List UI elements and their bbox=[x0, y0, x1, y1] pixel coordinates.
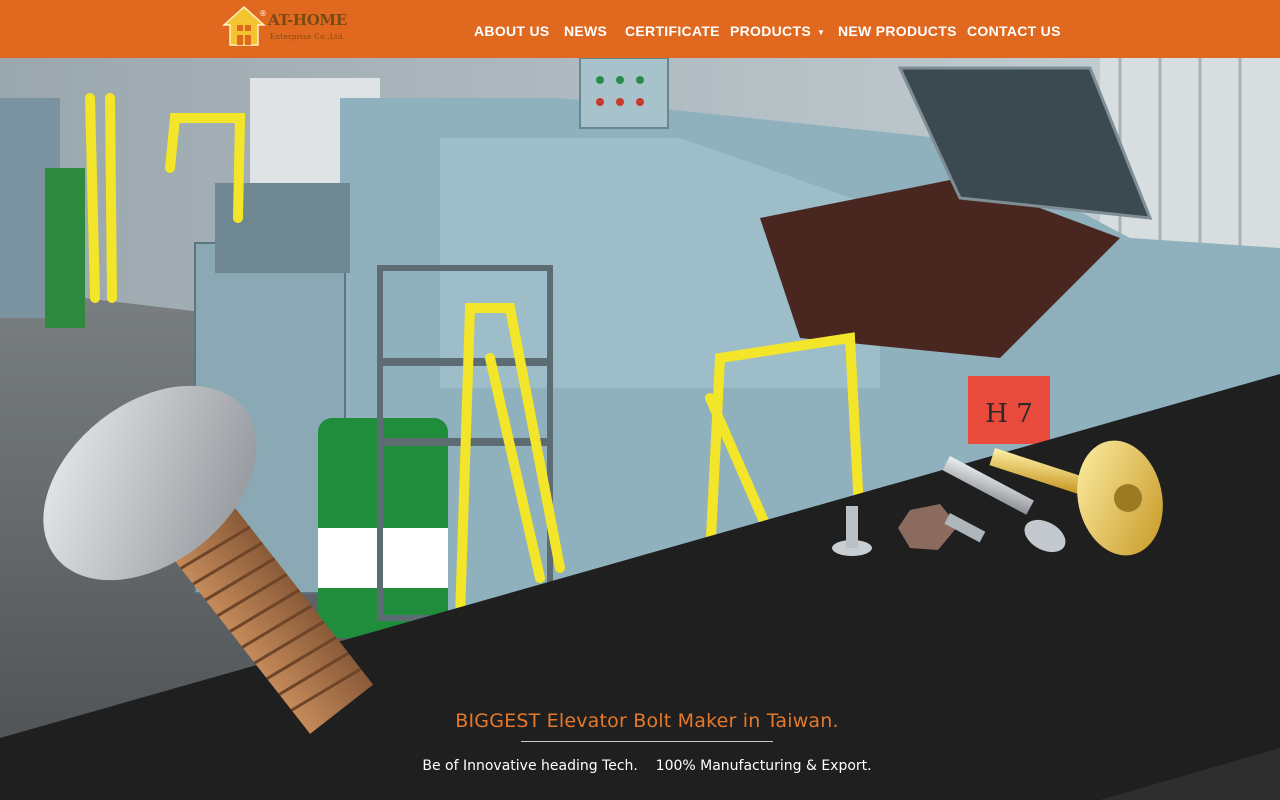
brand-subtitle: Enterprise Co.,Ltd. bbox=[270, 33, 346, 41]
hero-banner: H 7 bbox=[0, 58, 1280, 800]
machine-label: H 7 bbox=[985, 399, 1032, 429]
nav-certificate[interactable]: CERTIFICATE bbox=[625, 23, 720, 39]
nav-products[interactable]: PRODUCTS ▼ bbox=[730, 23, 825, 39]
registered-mark: ® bbox=[259, 9, 267, 18]
headline-divider bbox=[521, 741, 773, 742]
brand-name: AT-HOME bbox=[268, 11, 347, 29]
hero-headline: BIGGEST Elevator Bolt Maker in Taiwan. bbox=[455, 710, 839, 732]
nav-about-us[interactable]: ABOUT US bbox=[474, 23, 550, 39]
nav-products-label: PRODUCTS bbox=[730, 23, 811, 39]
chevron-down-icon: ▼ bbox=[816, 27, 826, 37]
brand-logo[interactable]: ® AT-HOME Enterprise Co.,Ltd. bbox=[222, 5, 352, 49]
site-header: ® AT-HOME Enterprise Co.,Ltd. ABOUT US N… bbox=[0, 0, 1280, 58]
nav-new-products[interactable]: NEW PRODUCTS bbox=[838, 23, 957, 39]
factory-photo: H 7 bbox=[0, 58, 1280, 800]
hero-subline: Be of Innovative heading Tech. 100% Manu… bbox=[422, 758, 872, 774]
nav-contact-us[interactable]: CONTACT US bbox=[967, 23, 1061, 39]
nav-news[interactable]: NEWS bbox=[564, 23, 607, 39]
